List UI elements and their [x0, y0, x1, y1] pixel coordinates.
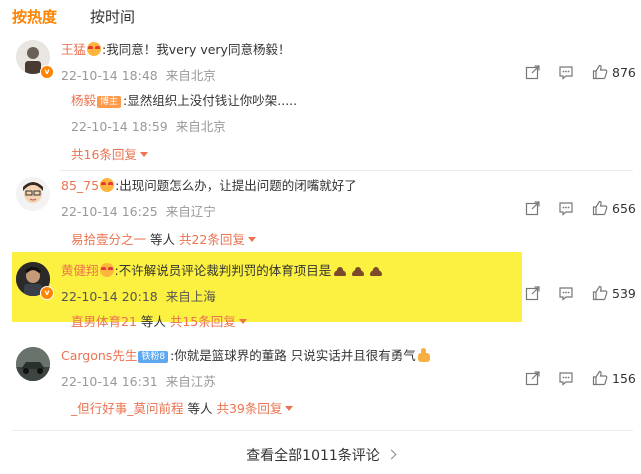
username[interactable]: 王猛 [61, 42, 86, 57]
chevron-down-icon [139, 152, 148, 157]
comment-text: :不许解说员评论裁判判罚的体育项目是 [114, 263, 332, 278]
location: 来自上海 [165, 289, 216, 304]
reply: 杨毅 博主:显然组织上没付钱让你吵架..... [71, 93, 297, 109]
poop-emoji-icon [334, 266, 347, 276]
comment-text: :我同意！我very very同意杨毅！ [102, 42, 291, 57]
location: 来自辽宁 [165, 204, 216, 219]
reply-user-link[interactable]: 易拾壹分之一 [71, 232, 146, 247]
comment-text: :出现问题怎么办，让提出问题的闭嘴就好了 [115, 178, 357, 193]
comment-actions: 156 [525, 370, 641, 388]
share-icon[interactable] [525, 64, 541, 80]
share-icon[interactable] [525, 370, 541, 386]
view-all-label: 查看全部1011条评论 [246, 448, 380, 464]
username[interactable]: 黄健翔 [61, 263, 99, 278]
chevron-down-icon [238, 319, 247, 324]
verified-badge: v [40, 65, 54, 79]
timestamp: 22-10-14 16:25 [61, 204, 158, 219]
comment-actions: 656 [525, 200, 641, 218]
chevron-down-icon [285, 406, 294, 411]
divider [60, 170, 633, 171]
comment-actions: 876 [525, 64, 641, 82]
reply-user-link[interactable]: 直男体育21 [71, 314, 137, 329]
comment-icon[interactable] [558, 64, 574, 80]
author-tag: 博主 [97, 96, 122, 108]
reply-timestamp: 22-10-14 18:59 [71, 119, 168, 134]
reply-user-link[interactable]: _但行好事_莫问前程 [71, 401, 184, 416]
angry-emoji-icon [87, 42, 102, 56]
more-replies-link[interactable]: 易拾壹分之一 等人 共22条回复 [71, 229, 256, 248]
timestamp: 22-10-14 18:48 [61, 68, 158, 83]
angry-emoji-icon [100, 178, 115, 192]
like-count: 539 [612, 286, 636, 301]
poop-emoji-icon [352, 266, 365, 276]
like-icon[interactable] [592, 285, 608, 301]
timestamp: 22-10-14 16:31 [61, 374, 158, 389]
like-icon[interactable] [592, 200, 608, 216]
username[interactable]: 85_75 [61, 178, 99, 193]
tab-time[interactable]: 按时间 [90, 6, 135, 27]
view-all-comments-link[interactable]: 查看全部1011条评论 [0, 445, 641, 465]
angry-emoji-icon [99, 263, 114, 277]
more-replies-link[interactable]: 共16条回复 [71, 144, 148, 163]
chevron-down-icon [247, 237, 256, 242]
tab-hot[interactable]: 按热度 [12, 6, 57, 27]
username[interactable]: Cargons先生 [61, 348, 137, 363]
others-label: 等人 [183, 401, 217, 416]
share-icon[interactable] [525, 200, 541, 216]
others-label: 等人 [136, 314, 170, 329]
timestamp: 22-10-14 20:18 [61, 289, 158, 304]
like-icon[interactable] [592, 64, 608, 80]
avatar[interactable] [16, 177, 50, 211]
divider [12, 430, 633, 431]
comment-icon[interactable] [558, 370, 574, 386]
comment-text: :你就是篮球界的董路 只说实话并且很有勇气 [170, 348, 416, 363]
poop-emoji-icon [370, 266, 383, 276]
more-replies-link[interactable]: 直男体育21 等人 共15条回复 [71, 311, 247, 330]
share-icon[interactable] [525, 285, 541, 301]
more-replies-label: 共15条回复 [169, 314, 236, 329]
like-count: 656 [612, 201, 636, 216]
fan-tag: 铁粉8 [138, 351, 169, 363]
comment-icon[interactable] [558, 285, 574, 301]
location: 来自北京 [165, 68, 216, 83]
chevron-right-icon [386, 449, 397, 460]
reply-location: 来自北京 [175, 119, 226, 134]
others-label: 等人 [146, 232, 179, 247]
like-count: 876 [612, 65, 636, 80]
like-icon[interactable] [592, 370, 608, 386]
comment-actions: 539 [525, 285, 641, 303]
comment-icon[interactable] [558, 200, 574, 216]
reply-text: :显然组织上没付钱让你吵架..... [123, 93, 298, 108]
thumbs-up-emoji-icon [417, 348, 430, 362]
location: 来自江苏 [165, 374, 216, 389]
more-replies-label: 共22条回复 [178, 232, 245, 247]
like-count: 156 [612, 371, 636, 386]
verified-badge: v [40, 286, 54, 300]
reply-username[interactable]: 杨毅 [71, 93, 96, 108]
avatar[interactable] [16, 347, 50, 381]
more-replies-label: 共39条回复 [216, 401, 283, 416]
more-replies-label: 共16条回复 [71, 147, 137, 162]
more-replies-link[interactable]: _但行好事_莫问前程 等人 共39条回复 [71, 398, 294, 417]
